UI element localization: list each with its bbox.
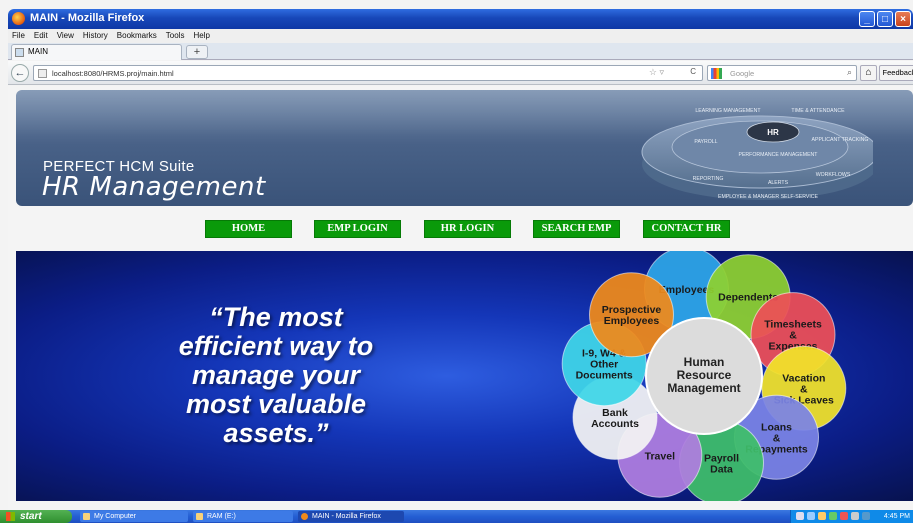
petal-label: Travel <box>645 450 675 462</box>
petal-label: Accounts <box>591 418 639 430</box>
firefox-icon <box>12 12 25 25</box>
diagram-center-label: Management <box>667 381 740 395</box>
header-banner: PERFECT HCM Suite HR Management HR LEARN… <box>16 90 913 206</box>
menu-bookmarks[interactable]: Bookmarks <box>117 29 157 43</box>
wheel-reporting: REPORTING <box>693 176 724 182</box>
url-text: localhost:8080/HRMS.proj/main.html <box>52 69 174 78</box>
tray-icons <box>796 512 870 520</box>
nav-search-emp[interactable]: SEARCH EMP <box>533 220 620 238</box>
title-bar: MAIN - Mozilla Firefox _ □ × <box>8 9 913 29</box>
minimize-button[interactable]: _ <box>859 11 875 27</box>
nav-hr-login[interactable]: HR LOGIN <box>424 220 511 238</box>
quote-line: efficient way to <box>178 331 374 361</box>
wheel-performance: PERFORMANCE MANAGEMENT <box>739 152 819 158</box>
window-title: MAIN - Mozilla Firefox <box>30 12 145 24</box>
computer-icon <box>83 513 90 520</box>
menu-file[interactable]: File <box>12 29 25 43</box>
start-button[interactable]: start <box>0 510 72 523</box>
tray-icon[interactable] <box>807 512 815 520</box>
tray-icon[interactable] <box>840 512 848 520</box>
start-label: start <box>20 511 42 522</box>
close-button[interactable]: × <box>895 11 911 27</box>
menu-edit[interactable]: Edit <box>34 29 48 43</box>
task-label: RAM (E:) <box>207 513 236 520</box>
task-ram-drive[interactable]: RAM (E:) <box>193 511 293 522</box>
diagram-center-label: Resource <box>677 368 732 382</box>
wheel-applicant: APPLICANT TRACKING <box>812 137 869 143</box>
page-icon <box>15 48 24 57</box>
petal-label: Documents <box>576 370 633 382</box>
navigation-toolbar: ← localhost:8080/HRMS.proj/main.html ☆ ▿… <box>8 61 913 85</box>
page-content: PERFECT HCM Suite HR Management HR LEARN… <box>8 86 913 510</box>
menu-history[interactable]: History <box>83 29 108 43</box>
quote-line: most valuable <box>185 389 367 419</box>
hero-quote: “The most efficient way to manage your m… <box>111 303 441 448</box>
menu-view[interactable]: View <box>57 29 74 43</box>
system-tray: 4:45 PM <box>790 510 913 523</box>
quote-line: “The most <box>209 302 343 332</box>
search-placeholder: Google <box>730 69 755 78</box>
bookmark-star-icon[interactable]: ☆ ▿ <box>649 67 664 78</box>
quote-line: assets.” <box>223 418 329 448</box>
hr-modules-wheel: HR LEARNING MANAGEMENT TIME & ATTENDANCE… <box>641 108 873 200</box>
search-icon[interactable]: ⌕ <box>847 67 852 78</box>
hr-flower-diagram: EmployeesDependentsTimesheets&ExpensesVa… <box>561 251 847 501</box>
tray-icon[interactable] <box>851 512 859 520</box>
tray-icon[interactable] <box>796 512 804 520</box>
task-label: My Computer <box>94 513 137 520</box>
task-my-computer[interactable]: My Computer <box>80 511 188 522</box>
reload-icon[interactable]: C <box>690 67 696 76</box>
nav-contact-hr[interactable]: CONTACT HR <box>643 220 730 238</box>
banner-title: HR Management <box>42 172 266 202</box>
quote-line: manage your <box>191 360 361 390</box>
task-firefox[interactable]: MAIN - Mozilla Firefox <box>298 511 404 522</box>
hero-banner: “The most efficient way to manage your m… <box>16 251 913 501</box>
tray-icon[interactable] <box>829 512 837 520</box>
windows-logo-icon <box>6 512 15 521</box>
task-label: MAIN - Mozilla Firefox <box>312 513 381 520</box>
firefox-icon <box>301 513 308 520</box>
nav-emp-login[interactable]: EMP LOGIN <box>314 220 401 238</box>
maximize-button[interactable]: □ <box>877 11 893 27</box>
clock: 4:45 PM <box>883 513 910 520</box>
url-bar[interactable]: localhost:8080/HRMS.proj/main.html ☆ ▿ C <box>33 65 703 81</box>
tray-icon[interactable] <box>818 512 826 520</box>
google-engine-icon[interactable] <box>711 68 722 79</box>
window-controls: _ □ × <box>859 11 911 27</box>
petal-label: Employees <box>604 315 660 327</box>
feedback-button[interactable]: Feedback <box>879 65 913 81</box>
folder-icon <box>196 513 203 520</box>
wheel-payroll: PAYROLL <box>694 139 717 145</box>
diagram-center-label: Human <box>684 355 725 369</box>
new-tab-button[interactable]: + <box>186 45 208 59</box>
wheel-self-service: EMPLOYEE & MANAGER SELF-SERVICE <box>718 194 818 200</box>
menu-tools[interactable]: Tools <box>166 29 185 43</box>
menu-bar: File Edit View History Bookmarks Tools H… <box>8 29 913 43</box>
menu-help[interactable]: Help <box>193 29 209 43</box>
search-bar[interactable]: Google ⌕ <box>707 65 857 81</box>
tab-main[interactable]: MAIN <box>11 44 182 60</box>
back-button[interactable]: ← <box>11 64 29 82</box>
petal-label: Data <box>710 463 733 475</box>
wheel-workflows: WORKFLOWS <box>816 172 851 178</box>
tab-strip: MAIN + <box>8 43 913 60</box>
nav-home[interactable]: HOME <box>205 220 292 238</box>
wheel-center: HR <box>767 128 779 137</box>
tray-icon[interactable] <box>862 512 870 520</box>
firefox-window: MAIN - Mozilla Firefox _ □ × File Edit V… <box>0 0 913 523</box>
tab-label: MAIN <box>28 47 48 56</box>
site-identity-icon[interactable] <box>38 69 47 78</box>
wheel-learning: LEARNING MANAGEMENT <box>695 108 761 114</box>
home-button[interactable]: ⌂ <box>860 65 877 81</box>
wheel-alerts: ALERTS <box>768 180 789 186</box>
windows-taskbar: start My Computer RAM (E:) MAIN - Mozill… <box>0 510 913 523</box>
wheel-time: TIME & ATTENDANCE <box>791 108 845 114</box>
